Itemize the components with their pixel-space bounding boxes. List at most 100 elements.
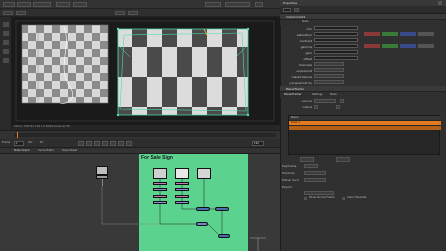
frame-end: 120 xyxy=(254,141,259,145)
frame-current: 1 xyxy=(16,141,18,145)
viewer-toolbar-2 xyxy=(0,9,280,17)
max-panels-field[interactable] xyxy=(283,8,291,12)
swatch-a2[interactable] xyxy=(418,44,434,48)
prop-slider-2[interactable] xyxy=(314,38,358,42)
prop-dropdown-8[interactable] xyxy=(314,74,344,78)
prop-slider-0[interactable] xyxy=(314,26,358,30)
merge-node-1[interactable] xyxy=(196,207,210,211)
prop-slider-3[interactable] xyxy=(314,44,358,48)
swatch-g2[interactable] xyxy=(382,44,398,48)
output-check-1[interactable] xyxy=(314,105,318,109)
thumb-node-2[interactable] xyxy=(175,168,189,179)
frame-field[interactable]: 1 xyxy=(14,141,24,146)
node-row4-a[interactable] xyxy=(153,201,167,204)
read-node-thumbnail[interactable] xyxy=(96,166,108,175)
prop-slider-4[interactable] xyxy=(314,50,358,54)
track-tool-icon[interactable] xyxy=(3,58,9,63)
layer-selected-name: Track 1 xyxy=(291,120,301,124)
prop-label-3: gamma xyxy=(300,45,312,49)
layer-row-2[interactable] xyxy=(289,126,441,130)
delete-layer-button[interactable] xyxy=(336,157,350,162)
thumb-node-1[interactable] xyxy=(153,168,167,179)
swatch-a[interactable] xyxy=(418,32,434,36)
layer-list[interactable]: Name Track 1 xyxy=(288,115,441,155)
timeline-track[interactable] xyxy=(14,133,276,137)
node-row3-a[interactable] xyxy=(153,195,167,198)
viewer-zoom-dropdown[interactable] xyxy=(205,2,221,7)
prop-slider-1[interactable] xyxy=(314,32,358,36)
select-tool-icon[interactable] xyxy=(3,22,9,27)
node-row2-b[interactable] xyxy=(175,188,189,191)
node2-name: PlanarTrack1 xyxy=(286,86,304,91)
rectangle-tool-icon[interactable] xyxy=(3,49,9,54)
planar-bottom-rows: Keyframe Trackme Planar Surf. Export xyxy=(280,164,446,200)
prop-slider-5[interactable] xyxy=(314,56,358,60)
clear-panels-button[interactable] xyxy=(294,8,299,12)
tab-dope-sheet[interactable]: Dope Sheet xyxy=(62,149,77,153)
timeline-bar[interactable] xyxy=(0,130,280,139)
node-row2-a[interactable] xyxy=(153,188,167,191)
prop-dropdown-7[interactable] xyxy=(314,68,344,72)
timeline-playhead[interactable] xyxy=(17,132,18,138)
add-layer-button[interactable] xyxy=(300,157,314,162)
keyframe-button[interactable] xyxy=(304,164,318,168)
show-source-checkbox[interactable] xyxy=(304,197,307,200)
node1-name: ColorCorrect1 xyxy=(286,14,306,19)
viewer-rgb-dropdown[interactable] xyxy=(17,2,31,7)
play-backward-button[interactable] xyxy=(94,141,100,146)
viewer-canvas[interactable] xyxy=(12,17,280,125)
node-row1-a[interactable] xyxy=(153,182,167,185)
step-back-button[interactable] xyxy=(86,141,92,146)
go-end-button[interactable] xyxy=(126,141,132,146)
viewer-gain-slider[interactable] xyxy=(225,2,250,7)
viewer-alpha-dropdown[interactable] xyxy=(33,2,51,7)
node-graph-canvas[interactable]: For Sale Sign xyxy=(0,154,280,251)
planar-surface-dropdown[interactable] xyxy=(304,178,326,182)
go-start-button[interactable] xyxy=(78,141,84,146)
node2-tab-settings[interactable]: Settings xyxy=(312,93,323,97)
viewer-gamma-field[interactable] xyxy=(16,11,26,15)
swatch-r[interactable] xyxy=(364,32,380,36)
close-icon[interactable] xyxy=(438,1,442,5)
thumb-node-3[interactable] xyxy=(197,168,211,179)
merge-node-2[interactable] xyxy=(215,207,229,211)
clear-translate-checkbox[interactable] xyxy=(342,197,345,200)
source-check[interactable] xyxy=(340,99,344,103)
viewer-input-b[interactable] xyxy=(73,2,87,7)
play-forward-button[interactable] xyxy=(110,141,116,146)
swatch-g[interactable] xyxy=(382,32,398,36)
swatch-b2[interactable] xyxy=(400,44,416,48)
prop-label-9: (un)premult by xyxy=(289,81,312,85)
node1-tab-node[interactable]: Node xyxy=(302,20,309,24)
trackme-dropdown[interactable] xyxy=(304,171,326,175)
frame-end-field[interactable]: 120 xyxy=(252,141,264,146)
output-check-2[interactable] xyxy=(336,105,340,109)
output-node[interactable] xyxy=(218,234,230,238)
node2-tab-planar[interactable]: PlanarTracker xyxy=(284,93,302,97)
viewer-proxy-button[interactable] xyxy=(115,11,125,15)
viewer-gain-field[interactable] xyxy=(3,11,13,15)
viewer-channel-dropdown[interactable] xyxy=(3,2,15,7)
prop-dropdown-9[interactable] xyxy=(314,80,344,84)
timecode-label: TC xyxy=(40,141,44,144)
transform-tool-icon[interactable] xyxy=(3,31,9,36)
tab-curve-editor[interactable]: Curve Editor xyxy=(38,149,54,153)
step-forward-button[interactable] xyxy=(118,141,124,146)
tab-node-graph[interactable]: Node Graph xyxy=(14,149,30,153)
stop-button[interactable] xyxy=(102,141,108,146)
viewer-input-a[interactable] xyxy=(56,2,70,7)
node-row4-b[interactable] xyxy=(175,201,189,204)
viewer-settings-button[interactable] xyxy=(255,2,263,7)
swatch-b[interactable] xyxy=(400,32,416,36)
node-row1-b[interactable] xyxy=(175,182,189,185)
prop-dropdown-6[interactable] xyxy=(314,62,344,66)
layer-selected-row[interactable]: Track 1 xyxy=(289,121,441,125)
viewer-roi-button[interactable] xyxy=(128,11,138,15)
node2-tab-node[interactable]: Node xyxy=(330,93,337,97)
bezier-tool-icon[interactable] xyxy=(3,40,9,45)
source-dropdown[interactable] xyxy=(314,99,336,103)
swatch-r2[interactable] xyxy=(364,44,380,48)
export-dropdown[interactable] xyxy=(304,191,334,195)
transform-node[interactable] xyxy=(196,222,208,226)
node-row3-b[interactable] xyxy=(175,195,189,198)
